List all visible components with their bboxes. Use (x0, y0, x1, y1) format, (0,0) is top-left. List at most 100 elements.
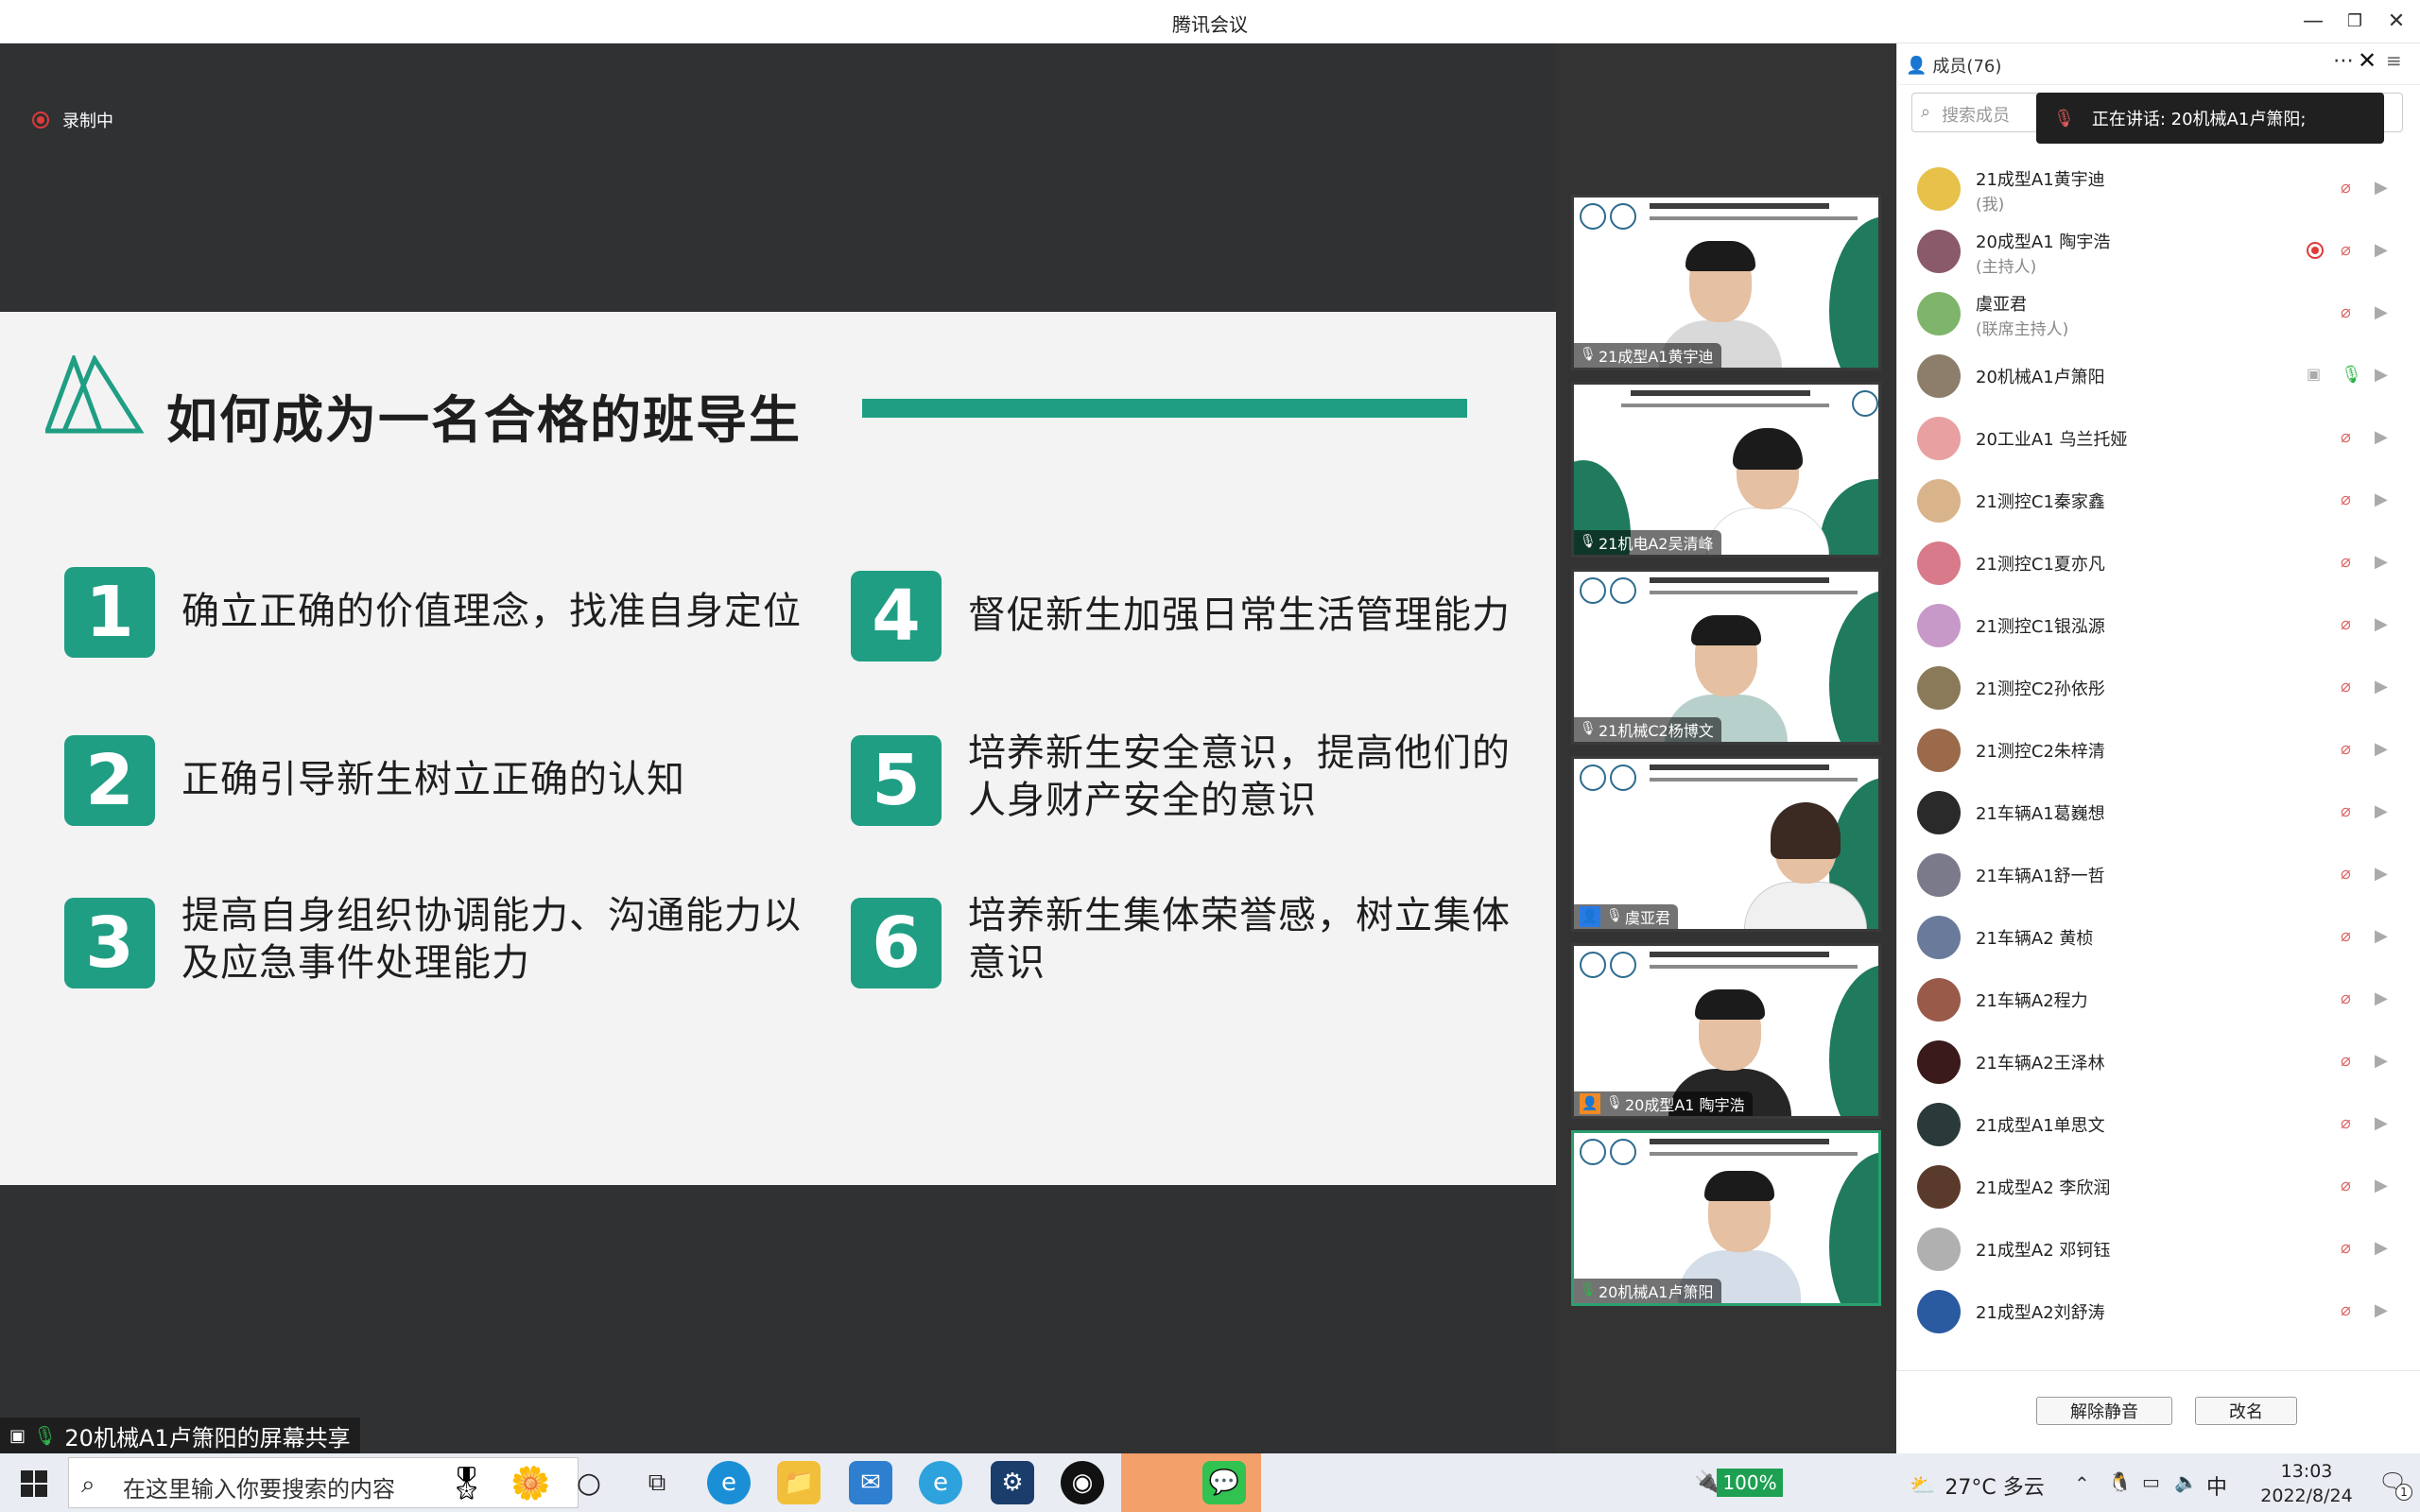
steam-icon[interactable]: ⚙ (991, 1461, 1034, 1504)
input-method-indicator[interactable]: 中 (2206, 1470, 2227, 1501)
panel-menu-icon[interactable]: ≡ (2386, 49, 2402, 72)
wechat-icon[interactable]: 💬 (1202, 1461, 1246, 1504)
camera-off-icon[interactable]: ▶ (2375, 1051, 2399, 1072)
video-tile[interactable]: 🎙 21机械C2杨博文 (1571, 569, 1881, 745)
member-row[interactable]: 虞亚君 (联席主持人) ⌀ ▶ (1917, 282, 2409, 344)
camera-off-icon[interactable]: ▶ (2375, 427, 2399, 448)
restore-icon[interactable]: ❐ (2341, 8, 2369, 36)
mic-muted-icon[interactable]: ⌀ (2341, 1300, 2360, 1321)
camera-off-icon[interactable]: ▶ (2375, 552, 2399, 573)
video-tile[interactable]: 🎙 21成型A1黄宇迪 (1571, 195, 1881, 370)
camera-off-icon[interactable]: ▶ (2375, 864, 2399, 885)
mic-muted-icon[interactable]: ⌀ (2341, 1176, 2360, 1196)
mic-muted-icon[interactable]: ⌀ (2341, 490, 2360, 510)
member-name: 21测控C1秦家鑫 (1976, 492, 2105, 512)
volume-icon[interactable]: 🔈 (2174, 1470, 2198, 1493)
task-view-icon[interactable]: ⧉ (635, 1461, 679, 1504)
member-row[interactable]: 21车辆A2 黄桢 ⌀ ▶ (1917, 905, 2409, 968)
video-tile[interactable]: 👤 🎙 虞亚君 (1571, 756, 1881, 932)
camera-off-icon[interactable]: ▶ (2375, 801, 2399, 822)
mic-muted-icon[interactable]: ⌀ (2341, 1113, 2360, 1134)
mic-muted-icon[interactable]: ⌀ (2341, 677, 2360, 697)
mic-muted-icon[interactable]: ⌀ (2341, 302, 2360, 323)
mic-on-icon[interactable]: 🎙 (2341, 365, 2362, 386)
mic-muted-icon[interactable]: ⌀ (2341, 552, 2360, 573)
member-row[interactable]: 21车辆A2王泽林 ⌀ ▶ (1917, 1030, 2409, 1092)
member-row[interactable]: 21成型A1单思文 ⌀ ▶ (1917, 1092, 2409, 1155)
video-tile[interactable]: 🎙 21机电A2吴清峰 (1571, 382, 1881, 558)
camera-off-icon[interactable]: ▶ (2375, 1300, 2399, 1321)
more-options-icon[interactable]: ⋯ (2333, 49, 2354, 73)
clock[interactable]: 13:03 2022/8/24 (2244, 1459, 2369, 1508)
camera-off-icon[interactable]: ▶ (2375, 614, 2399, 635)
camera-off-icon[interactable]: ▶ (2375, 240, 2399, 261)
member-row[interactable]: 21测控C2朱梓清 ⌀ ▶ (1917, 718, 2409, 781)
mic-muted-icon: 🎙 (1606, 1095, 1623, 1110)
camera-off-icon[interactable]: ▶ (2375, 1238, 2399, 1259)
panel-title: 👤 成员(76) (1906, 53, 2001, 77)
mic-muted-icon[interactable]: ⌀ (2341, 614, 2360, 635)
camera-off-icon[interactable]: ▶ (2375, 1176, 2399, 1196)
camera-off-icon[interactable]: ▶ (2375, 926, 2399, 947)
member-row[interactable]: 20工业A1 乌兰托娅 ⌀ ▶ (1917, 406, 2409, 469)
video-tile-active-speaker[interactable]: 🎙 20机械A1卢箫阳 (1571, 1130, 1881, 1306)
mic-muted-icon[interactable]: ⌀ (2341, 1238, 2360, 1259)
member-row[interactable]: 21成型A1黄宇迪 (我) ⌀ ▶ (1917, 157, 2409, 219)
user-avatar-icon: 👤 (1580, 906, 1600, 927)
member-row[interactable]: 20机械A1卢箫阳 ▣ 🎙 ▶ (1917, 344, 2409, 406)
member-row[interactable]: 21测控C1夏亦凡 ⌀ ▶ (1917, 531, 2409, 593)
camera-off-icon[interactable]: ▶ (2375, 178, 2399, 198)
weather-widget[interactable]: ⛅ 27°C 多云 (1910, 1470, 2045, 1501)
member-row[interactable]: 21成型A2 邓钶钰 ⌀ ▶ (1917, 1217, 2409, 1280)
screen-share-icon: ▣ (9, 1425, 26, 1446)
game-app-icon[interactable]: ◉ (1061, 1461, 1104, 1504)
camera-off-icon[interactable]: ▶ (2375, 365, 2399, 386)
mic-muted-icon[interactable]: ⌀ (2341, 988, 2360, 1009)
tile-name: 21成型A1黄宇迪 (1599, 348, 1714, 366)
member-row[interactable]: 20成型A1 陶宇浩 (主持人) ⌀ ▶ (1917, 219, 2409, 282)
member-row[interactable]: 21车辆A1舒一哲 ⌀ ▶ (1917, 843, 2409, 905)
cortana-icon[interactable]: ○ (567, 1461, 611, 1504)
camera-off-icon[interactable]: ▶ (2375, 1113, 2399, 1134)
camera-off-icon[interactable]: ▶ (2375, 302, 2399, 323)
battery-indicator[interactable]: 100% (1717, 1469, 1783, 1497)
member-row[interactable]: 21车辆A2程力 ⌀ ▶ (1917, 968, 2409, 1030)
mic-muted-icon[interactable]: ⌀ (2341, 739, 2360, 760)
member-row[interactable]: 21测控C1秦家鑫 ⌀ ▶ (1917, 469, 2409, 531)
member-role: (我) (1976, 196, 2005, 215)
mic-muted-icon[interactable]: ⌀ (2341, 427, 2360, 448)
camera-off-icon[interactable]: ▶ (2375, 739, 2399, 760)
qq-icon[interactable]: 🐧 (2108, 1470, 2132, 1493)
mic-muted-icon[interactable]: ⌀ (2341, 864, 2360, 885)
camera-off-icon[interactable]: ▶ (2375, 988, 2399, 1009)
file-explorer-icon[interactable]: 📁 (777, 1461, 821, 1504)
avatar (1917, 1040, 1961, 1084)
mail-icon[interactable]: ✉ (849, 1461, 892, 1504)
network-icon[interactable]: ▭ (2142, 1470, 2160, 1493)
speaking-tooltip: 🎙 正在讲话: 20机械A1卢箫阳; (2036, 93, 2384, 144)
chevron-up-icon[interactable]: ⌃ (2074, 1472, 2090, 1495)
member-row[interactable]: 21测控C1银泓源 ⌀ ▶ (1917, 593, 2409, 656)
ie-browser-icon[interactable]: e (919, 1461, 962, 1504)
windows-start-icon[interactable] (21, 1470, 47, 1497)
unmute-all-button[interactable]: 解除静音 (2036, 1397, 2172, 1425)
mic-muted-icon[interactable]: ⌀ (2341, 1051, 2360, 1072)
member-row[interactable]: 21测控C2孙依彤 ⌀ ▶ (1917, 656, 2409, 718)
mic-muted-icon[interactable]: ⌀ (2341, 178, 2360, 198)
member-row[interactable]: 21车辆A1葛巍想 ⌀ ▶ (1917, 781, 2409, 843)
rename-button[interactable]: 改名 (2195, 1397, 2297, 1425)
mic-muted-icon[interactable]: ⌀ (2341, 926, 2360, 947)
video-tile[interactable]: 👤 🎙 20成型A1 陶宇浩 (1571, 943, 1881, 1119)
minimize-icon[interactable]: — (2299, 8, 2327, 36)
panel-close-icon[interactable]: ✕ (2358, 47, 2377, 74)
mic-muted-icon[interactable]: ⌀ (2341, 240, 2360, 261)
camera-off-icon[interactable]: ▶ (2375, 490, 2399, 510)
camera-off-icon[interactable]: ▶ (2375, 677, 2399, 697)
avatar (1917, 1165, 1961, 1209)
mic-muted-icon[interactable]: ⌀ (2341, 801, 2360, 822)
edge-browser-icon[interactable]: e (707, 1461, 751, 1504)
member-name: 21成型A2 邓钶钰 (1976, 1241, 2111, 1261)
close-icon[interactable]: ✕ (2382, 8, 2411, 36)
member-row[interactable]: 21成型A2刘舒涛 ⌀ ▶ (1917, 1280, 2409, 1342)
member-row[interactable]: 21成型A2 李欣润 ⌀ ▶ (1917, 1155, 2409, 1217)
